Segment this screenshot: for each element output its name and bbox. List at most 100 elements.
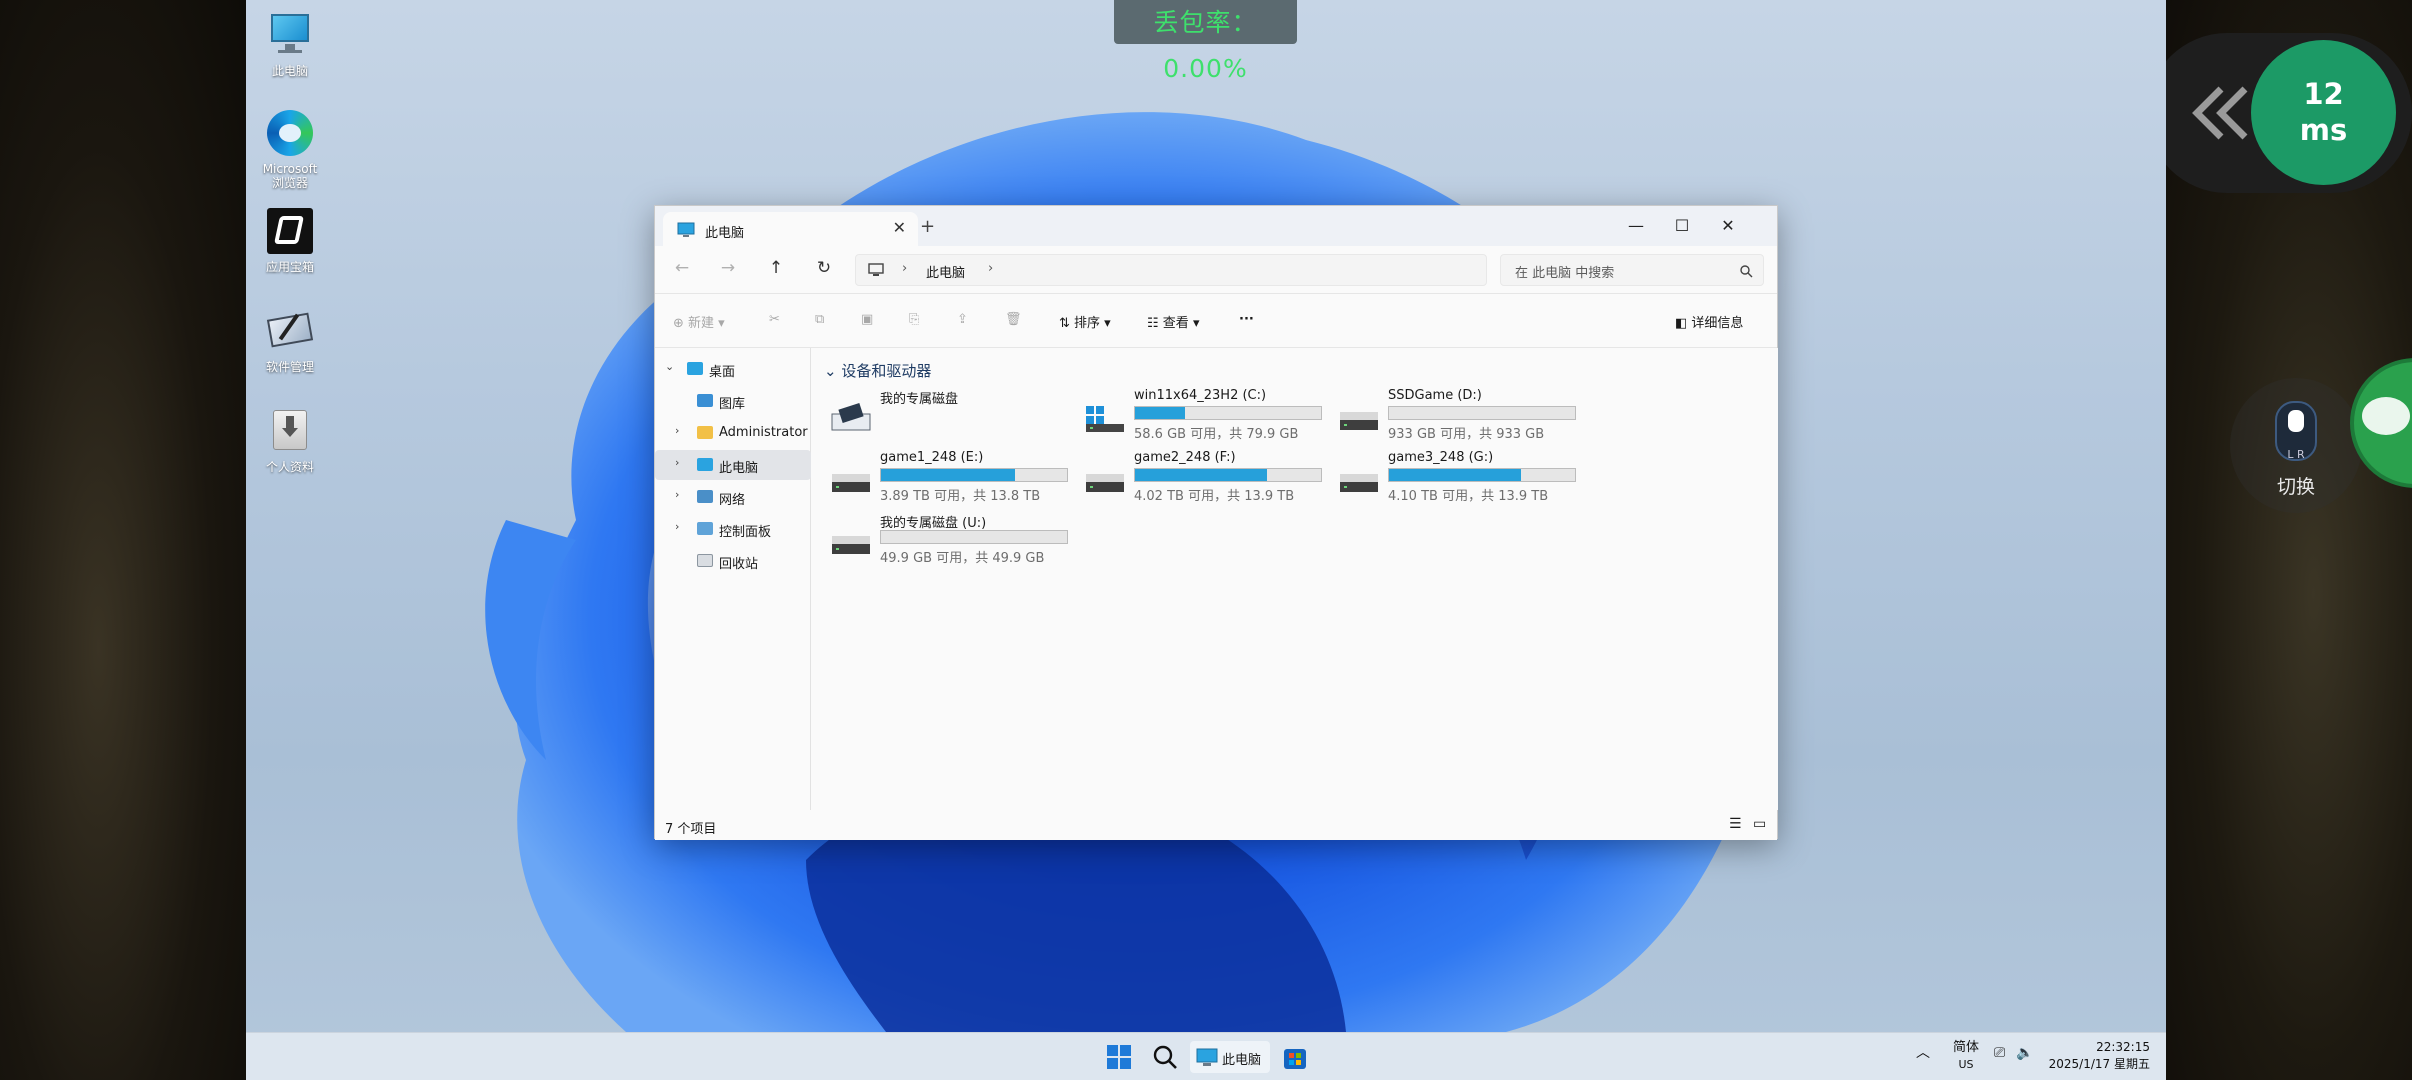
- more-options-button[interactable]: ···: [1239, 312, 1254, 327]
- rename-icon[interactable]: ⎘: [909, 312, 919, 327]
- tiles-view-icon[interactable]: ▭: [1753, 816, 1766, 832]
- refresh-icon[interactable]: ↻: [809, 258, 839, 278]
- view-label: 查看: [1162, 316, 1189, 331]
- drive-item[interactable]: 我的专属磁盘 (U:) 49.9 GB 可用，共 49.9 GB: [822, 512, 1072, 570]
- ime-indicator[interactable]: 简体 US: [1946, 1039, 1986, 1073]
- drive-name: win11x64_23H2 (C:): [1134, 388, 1267, 403]
- copy-icon[interactable]: ⧉: [815, 312, 824, 327]
- status-bar: 7 个项目 ☰ ▭: [655, 810, 1777, 840]
- breadcrumb-this-pc[interactable]: 此电脑: [926, 262, 965, 281]
- usage-bar: [1134, 468, 1322, 482]
- drive-space: 49.9 GB 可用，共 49.9 GB: [880, 551, 1045, 566]
- wechat-icon[interactable]: [2350, 358, 2412, 488]
- delete-icon[interactable]: 🗑: [1005, 312, 1022, 327]
- cloud-disk-icon: [831, 402, 871, 431]
- chevron-right-icon[interactable]: ›: [988, 261, 993, 276]
- maximize-button[interactable]: ☐: [1659, 212, 1705, 240]
- desktop-icon-software[interactable]: 软件管理: [246, 306, 334, 374]
- usage-bar: [1388, 406, 1576, 420]
- new-tab-button[interactable]: +: [920, 216, 935, 237]
- monitor-icon: [868, 263, 884, 276]
- chevron-up-icon[interactable]: ︿: [1916, 1045, 1930, 1062]
- chevron-right-icon[interactable]: ›: [675, 424, 679, 437]
- switch-badge: L R: [2287, 448, 2305, 461]
- chevron-right-icon[interactable]: ›: [675, 456, 679, 469]
- new-button[interactable]: ⊕ 新建 ▾: [673, 312, 725, 331]
- minimize-button[interactable]: —: [1613, 212, 1659, 240]
- drive-name: game3_248 (G:): [1388, 450, 1494, 465]
- drive-name: game1_248 (E:): [880, 450, 984, 465]
- nav-item-gallery[interactable]: 图库: [655, 386, 811, 416]
- desktop: 此电脑 Microsoft 浏览器 应用宝箱 软件管理 个人资料 丢包率：0.0…: [246, 0, 2166, 1080]
- drive-item[interactable]: SSDGame (D:) 933 GB 可用，共 933 GB: [1330, 388, 1580, 446]
- latency-unit: ms: [2299, 113, 2348, 147]
- paste-icon[interactable]: ▣: [861, 312, 873, 327]
- gallery-icon: [697, 394, 713, 407]
- chevron-down-icon: ⌄: [824, 362, 842, 380]
- drive-name: 我的专属磁盘: [880, 392, 959, 407]
- edge-browser-icon: [265, 108, 315, 158]
- view-button[interactable]: ☷ 查看 ▾: [1147, 312, 1199, 331]
- usage-fill: [1135, 407, 1186, 419]
- close-tab-icon[interactable]: ✕: [893, 218, 906, 237]
- share-icon[interactable]: ⇪: [957, 312, 968, 327]
- file-explorer-window: 此电脑 ✕ + — ☐ ✕ ← → ↑ ↻ › 此电脑 › 在 此电脑 中搜索: [654, 205, 1778, 840]
- nav-label: 网络: [719, 493, 746, 508]
- chevron-down-icon[interactable]: ⌄: [665, 360, 674, 373]
- tab-this-pc[interactable]: 此电脑 ✕: [663, 212, 918, 246]
- volume-icon[interactable]: 🔈: [2016, 1045, 2033, 1062]
- nav-label: 此电脑: [719, 461, 759, 476]
- address-bar[interactable]: › 此电脑 ›: [855, 254, 1487, 286]
- tab-label: 此电脑: [705, 226, 745, 241]
- nav-item-recycle-bin[interactable]: 回收站: [655, 546, 811, 576]
- chevron-right-icon[interactable]: ›: [675, 520, 679, 533]
- cut-icon[interactable]: ✂: [769, 312, 780, 327]
- collapse-icon[interactable]: [2191, 85, 2251, 141]
- drive-item[interactable]: game3_248 (G:) 4.10 TB 可用，共 13.9 TB: [1330, 450, 1580, 508]
- network-icon: [697, 490, 713, 503]
- up-arrow-icon[interactable]: ↑: [761, 258, 791, 278]
- group-header-devices[interactable]: ⌄ 设备和驱动器: [824, 360, 931, 381]
- item-count: 7 个项目: [665, 822, 717, 837]
- details-pane-button[interactable]: ◧ 详细信息: [1675, 312, 1743, 331]
- nav-item-control-panel[interactable]: › 控制面板: [655, 514, 811, 544]
- desktop-icon-this-pc[interactable]: 此电脑: [246, 10, 334, 78]
- nav-item-this-pc[interactable]: › 此电脑: [655, 450, 811, 480]
- close-window-button[interactable]: ✕: [1705, 212, 1751, 240]
- nav-item-network[interactable]: › 网络: [655, 482, 811, 512]
- usage-bar: [1134, 406, 1322, 420]
- store-icon[interactable]: [1280, 1041, 1310, 1073]
- chevron-right-icon[interactable]: ›: [675, 488, 679, 501]
- desktop-icon-edge[interactable]: Microsoft 浏览器: [246, 108, 334, 190]
- title-bar: 此电脑 ✕ + — ☐ ✕: [655, 206, 1777, 246]
- packet-loss-indicator: 丢包率：0.00%: [1114, 0, 1297, 83]
- desktop-icon-personal[interactable]: 个人资料: [246, 406, 334, 474]
- sort-button[interactable]: ⇅ 排序 ▾: [1059, 312, 1111, 331]
- desktop-icon-appbox[interactable]: 应用宝箱: [246, 206, 334, 274]
- start-windows-icon[interactable]: [1104, 1041, 1134, 1073]
- drive-item[interactable]: game2_248 (F:) 4.02 TB 可用，共 13.9 TB: [1076, 450, 1326, 508]
- clock[interactable]: 22:32:15 2025/1/17 星期五: [2042, 1039, 2150, 1073]
- nav-item-desktop[interactable]: ⌄ 桌面: [655, 354, 811, 384]
- desktop-icon-label: 应用宝箱: [265, 260, 314, 274]
- details-view-icon[interactable]: ☰: [1729, 816, 1742, 832]
- forward-arrow-icon[interactable]: →: [713, 258, 743, 278]
- search-input[interactable]: 在 此电脑 中搜索: [1500, 254, 1764, 286]
- drive-item[interactable]: win11x64_23H2 (C:) 58.6 GB 可用，共 79.9 GB: [1076, 388, 1326, 446]
- drive-item[interactable]: 我的专属磁盘: [822, 388, 1072, 446]
- switch-widget[interactable]: L R 切换: [2230, 378, 2362, 513]
- nav-item-administrator[interactable]: › Administrator: [655, 418, 811, 448]
- latency-badge[interactable]: 12 ms: [2251, 40, 2396, 185]
- network-icon[interactable]: ⎚: [1994, 1045, 2005, 1062]
- left-letterbox: [0, 0, 246, 1080]
- nav-label: 控制面板: [719, 525, 772, 540]
- taskbar-app-this-pc[interactable]: 此电脑: [1190, 1041, 1270, 1073]
- hard-drive-icon: [1086, 474, 1124, 492]
- drive-item[interactable]: game1_248 (E:) 3.89 TB 可用，共 13.8 TB: [822, 450, 1072, 508]
- new-label: 新建: [688, 316, 715, 331]
- search-icon[interactable]: [1150, 1041, 1180, 1073]
- recycle-bin-icon: [697, 554, 713, 567]
- taskbar-app-label: 此电脑: [1222, 1053, 1262, 1068]
- drive-name: 我的专属磁盘 (U:): [880, 516, 987, 531]
- back-arrow-icon[interactable]: ←: [667, 258, 697, 278]
